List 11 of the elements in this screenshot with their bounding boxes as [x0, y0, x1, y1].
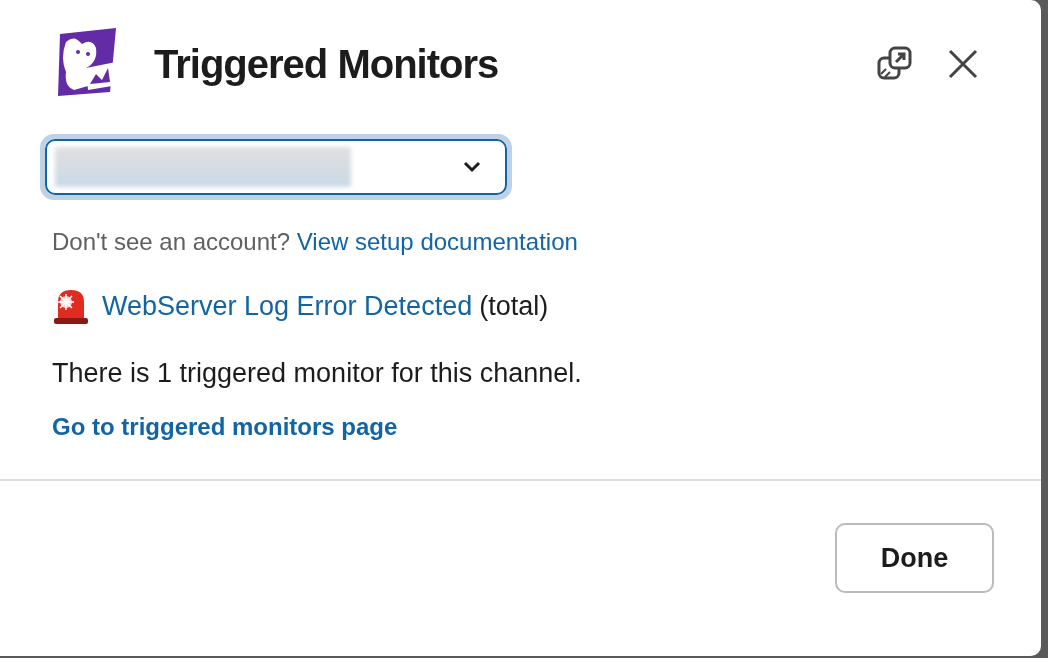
- monitor-scope-text: (total): [479, 290, 549, 323]
- setup-documentation-link[interactable]: View setup documentation: [296, 228, 578, 255]
- monitor-link[interactable]: WebServer Log Error Detected: [102, 286, 473, 327]
- done-button[interactable]: Done: [835, 523, 994, 593]
- open-in-new-window-icon: [876, 46, 914, 82]
- summary-text: There is 1 triggered monitor for this channel.: [52, 356, 583, 390]
- account-dropdown[interactable]: [40, 134, 512, 200]
- close-icon: [948, 49, 978, 79]
- account-hint-text: Don't see an account? View setup documentation: [52, 227, 579, 257]
- dialog-title: Triggered Monitors: [154, 41, 499, 88]
- triggered-monitors-page-link[interactable]: Go to triggered monitors page: [52, 409, 1041, 445]
